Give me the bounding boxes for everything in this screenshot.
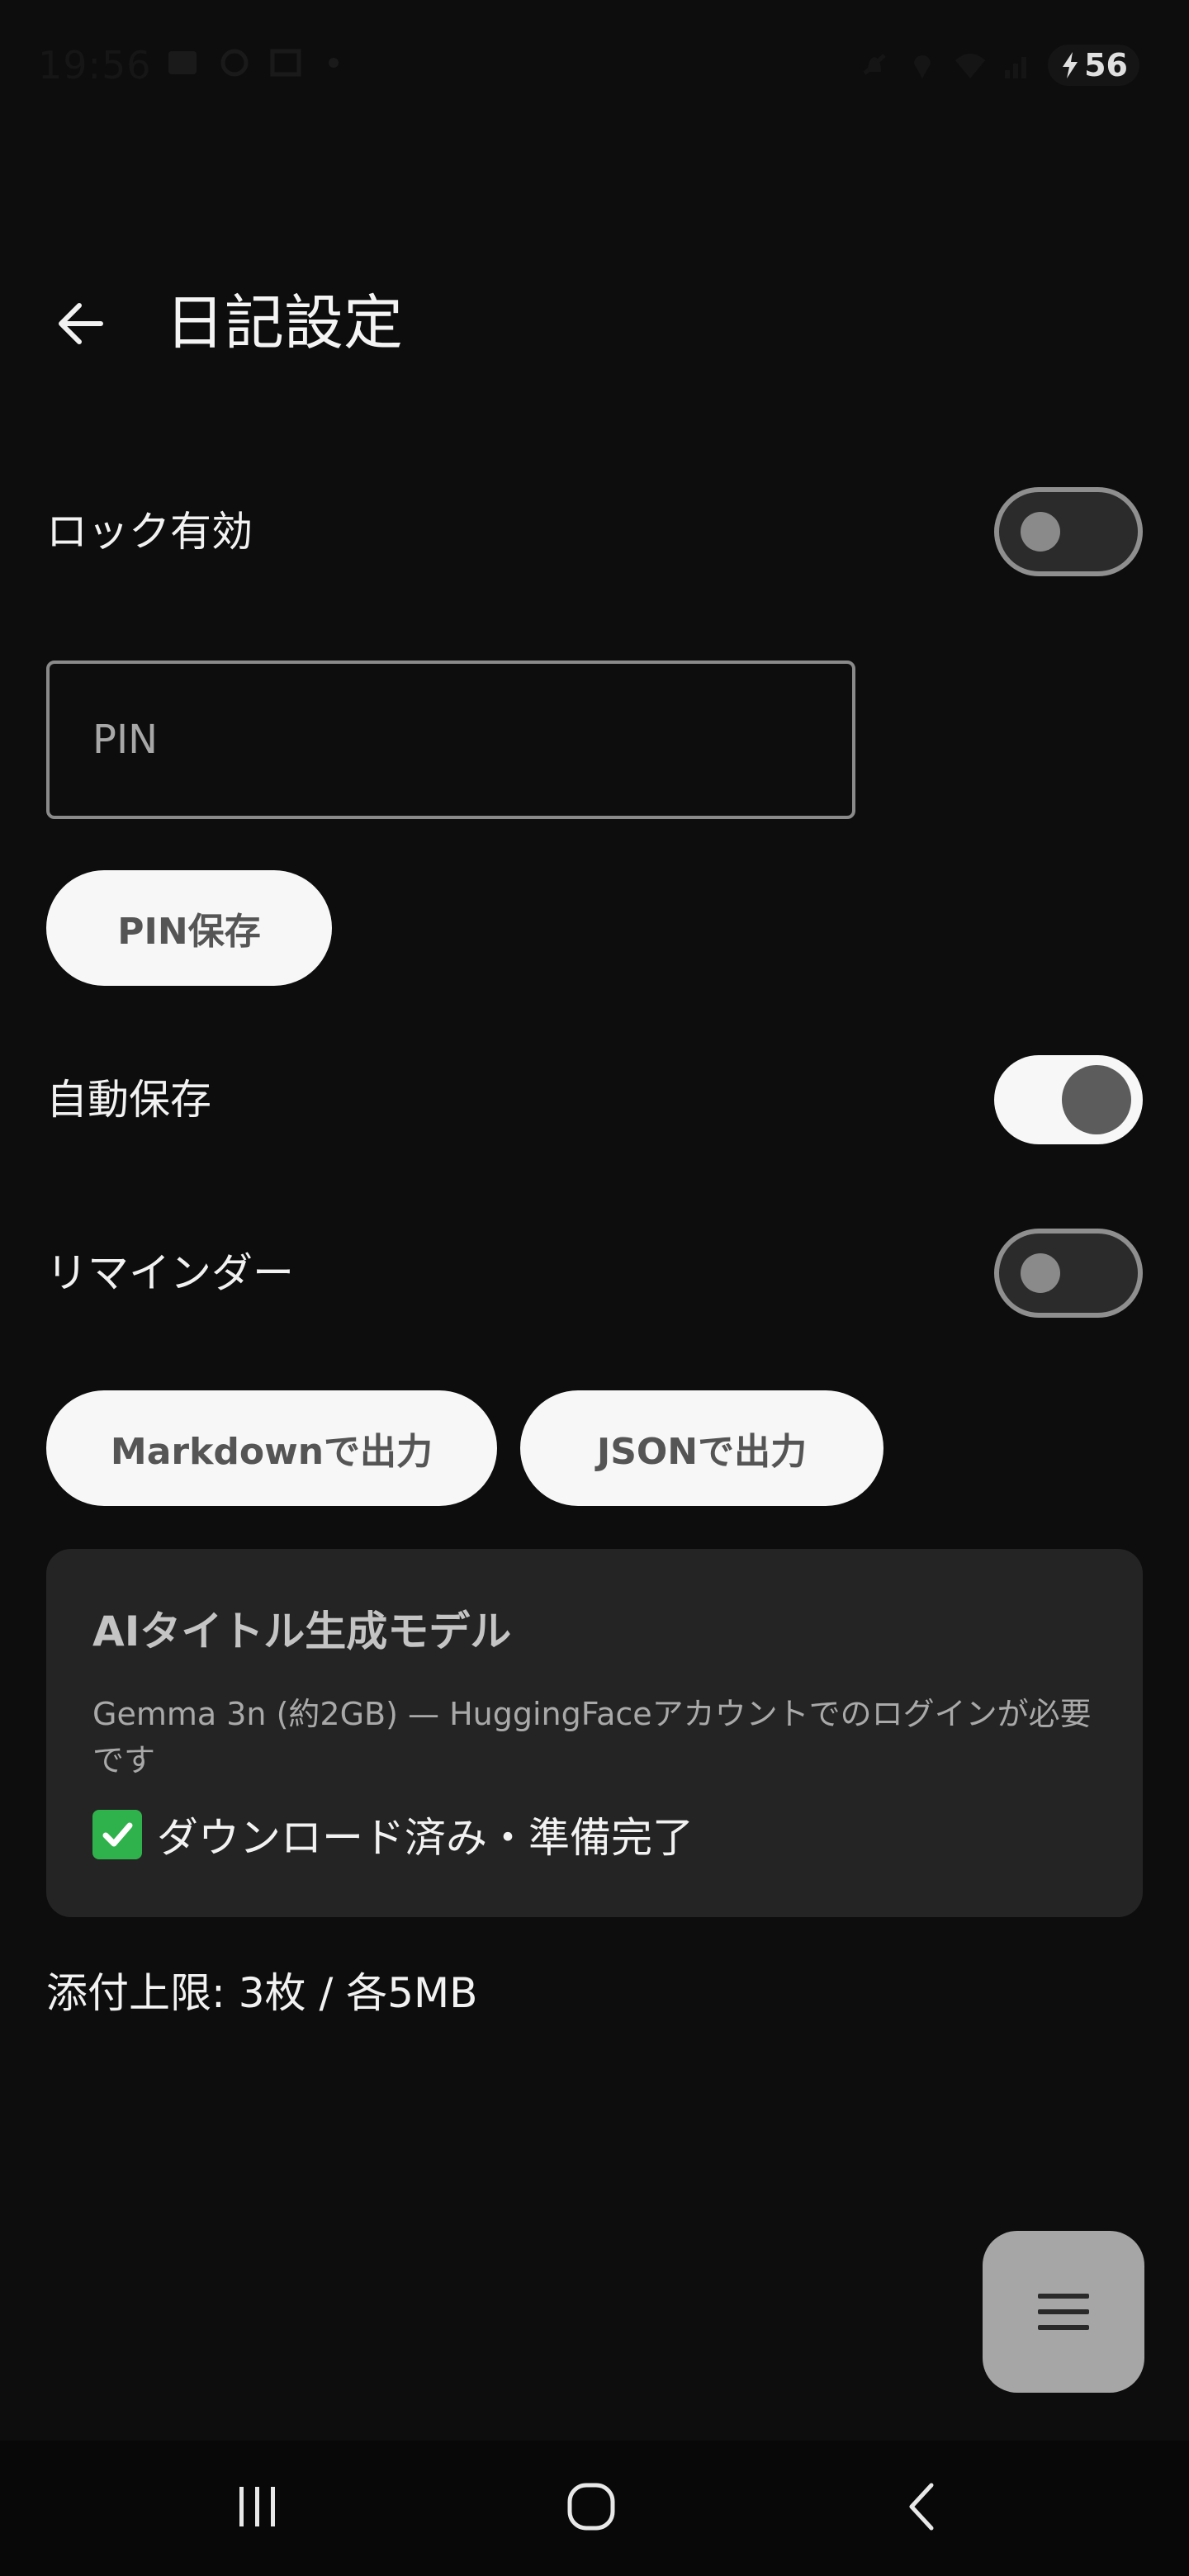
ai-card-status-row: ダウンロード済み・準備完了 [92, 1805, 694, 1864]
export-json-label: JSONで出力 [596, 1431, 808, 1473]
lock-switch[interactable] [994, 487, 1143, 576]
arrow-left-icon [59, 303, 103, 344]
sync-icon [220, 49, 249, 77]
notification-dot [329, 58, 339, 68]
lock-label: ロック有効 [46, 508, 253, 556]
system-nav-bar [0, 2441, 1189, 2576]
signal-icon [1005, 57, 1027, 78]
menu-fab[interactable] [983, 2231, 1144, 2393]
status-bar: 19:56 56 [0, 0, 1189, 132]
home-button[interactable] [542, 2465, 641, 2548]
status-right-icons: 56 [856, 45, 1139, 86]
recent-apps-button[interactable] [208, 2465, 307, 2548]
ai-model-card: AIタイトル生成モデル Gemma 3n (約2GB) — HuggingFac… [46, 1549, 1143, 1917]
ai-card-description: Gemma 3n (約2GB) — HuggingFaceアカウントでのログイン… [92, 1696, 1092, 1778]
menu-icon [1038, 2294, 1089, 2330]
auto-save-switch-knob [1062, 1065, 1131, 1134]
pin-save-button[interactable]: PIN保存 [46, 870, 332, 986]
wifi-icon [955, 54, 986, 78]
attach-limit-text: 添付上限: 3枚 / 各5MB [46, 1969, 478, 2017]
lock-switch-knob [1021, 512, 1060, 552]
pin-input[interactable] [46, 661, 855, 819]
check-box-icon [92, 1810, 142, 1859]
home-icon [567, 2483, 615, 2531]
location-icon [914, 55, 931, 78]
gallery-icon [168, 51, 197, 74]
auto-save-label: 自動保存 [46, 1076, 211, 1124]
export-markdown-button[interactable]: Markdownで出力 [46, 1390, 497, 1506]
reminder-label: リマインダー [46, 1249, 294, 1297]
charging-icon [1063, 52, 1078, 78]
mute-icon [863, 54, 886, 75]
battery-indicator: 56 [1048, 45, 1139, 86]
auto-save-switch[interactable] [994, 1055, 1143, 1144]
pin-save-label: PIN保存 [117, 911, 261, 953]
back-button[interactable] [46, 289, 116, 358]
reminder-switch-knob [1021, 1253, 1060, 1293]
screenshot-icon [270, 49, 301, 77]
page-title: 日記設定 [165, 288, 404, 358]
status-left-icons [165, 46, 339, 79]
back-icon [909, 2483, 934, 2531]
status-time: 19:56 [38, 43, 152, 88]
export-markdown-label: Markdownで出力 [110, 1431, 433, 1473]
recent-apps-icon [239, 2487, 275, 2526]
nav-back-button[interactable] [874, 2465, 973, 2548]
ai-card-title: AIタイトル生成モデル [92, 1608, 512, 1655]
battery-level: 56 [1084, 47, 1128, 83]
reminder-switch[interactable] [994, 1229, 1143, 1318]
ai-card-status: ダウンロード済み・準備完了 [157, 1814, 694, 1862]
export-json-button[interactable]: JSONで出力 [520, 1390, 883, 1506]
